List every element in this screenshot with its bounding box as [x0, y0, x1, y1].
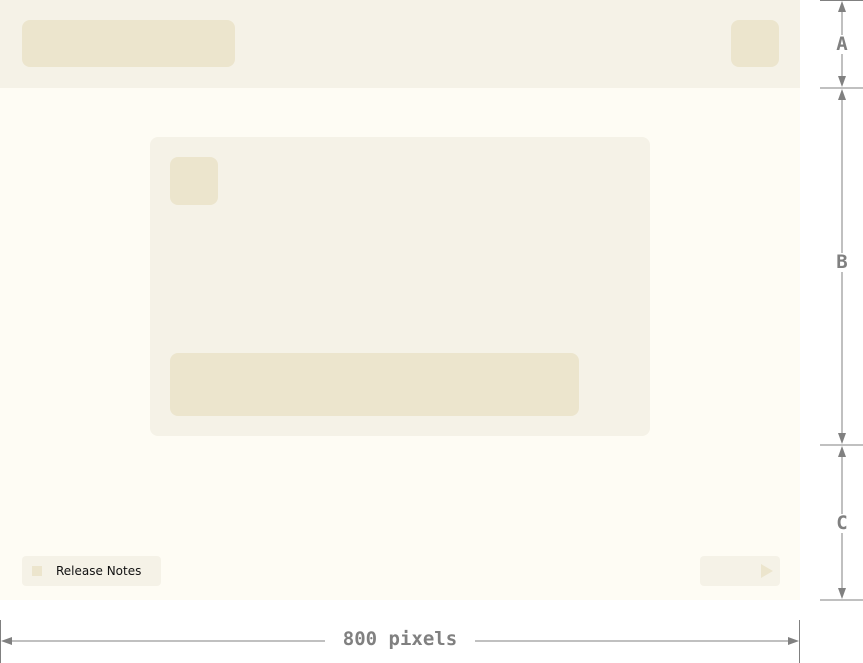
arrow-a-bottom	[838, 76, 846, 87]
arrow-width-left	[1, 637, 12, 645]
arrow-c-top	[838, 446, 846, 457]
dimension-label-a: A	[832, 35, 852, 54]
arrow-c-bottom	[838, 588, 846, 599]
arrow-width-right	[788, 637, 799, 645]
dimension-label-b: B	[832, 253, 852, 272]
arrow-a-top	[838, 1, 846, 12]
arrow-b-top	[838, 89, 846, 100]
dimension-lines	[0, 0, 863, 663]
dimension-label-c: C	[832, 514, 852, 533]
dimension-label-width: 800 pixels	[325, 630, 475, 649]
arrow-b-bottom	[838, 433, 846, 444]
